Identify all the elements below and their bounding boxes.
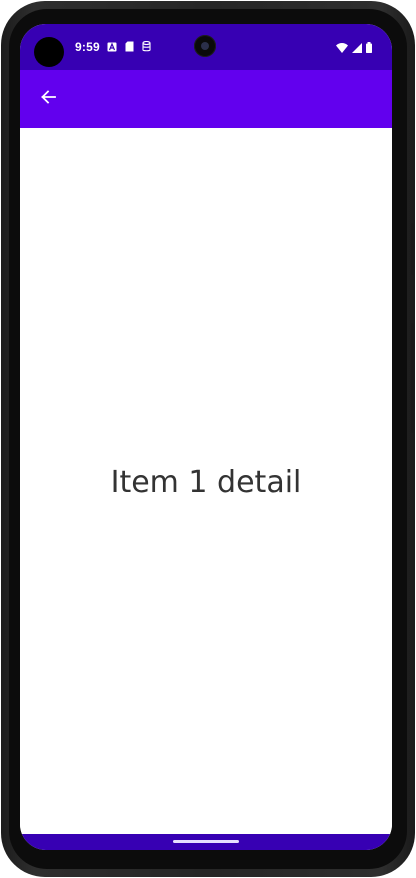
sd-card-icon bbox=[125, 41, 134, 52]
wifi-icon bbox=[336, 40, 348, 58]
front-camera bbox=[194, 35, 216, 57]
phone-screen: 9:59 Item 1 detail bbox=[20, 24, 392, 850]
accessibility-a-icon bbox=[107, 41, 117, 52]
detail-content: Item 1 detail bbox=[20, 128, 392, 834]
status-time: 9:59 bbox=[75, 40, 100, 54]
navigation-bar bbox=[20, 834, 392, 850]
item-detail-text: Item 1 detail bbox=[110, 465, 302, 500]
power-button bbox=[411, 223, 415, 275]
system-icons bbox=[336, 40, 372, 58]
back-button[interactable] bbox=[32, 83, 64, 115]
notification-icons bbox=[107, 41, 151, 52]
arrow-back-icon bbox=[40, 89, 56, 110]
volume-button bbox=[411, 323, 415, 433]
database-icon bbox=[142, 41, 151, 52]
app-bar bbox=[20, 70, 392, 128]
home-gesture-handle[interactable] bbox=[173, 840, 239, 843]
status-bar: 9:59 bbox=[20, 24, 392, 70]
status-bar-indicator-dot bbox=[34, 37, 64, 67]
battery-icon bbox=[366, 40, 372, 58]
cell-signal-icon bbox=[352, 40, 362, 58]
